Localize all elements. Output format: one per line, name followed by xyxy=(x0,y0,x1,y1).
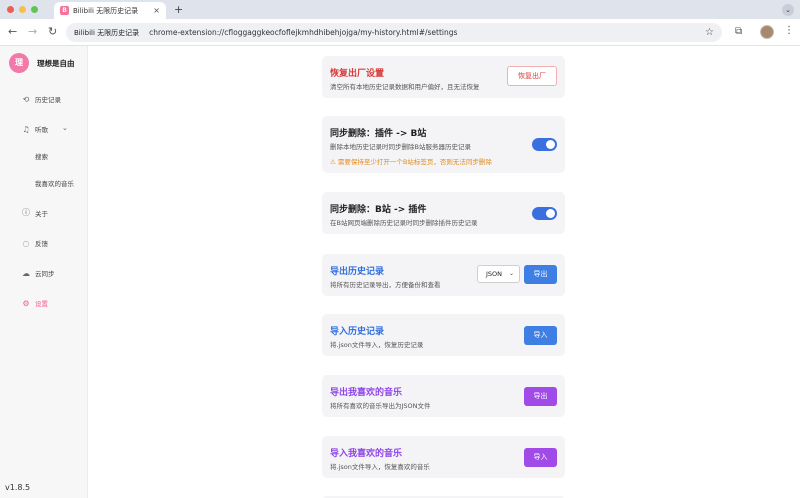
reset-title: 恢复出厂设置 xyxy=(330,69,385,79)
toggle-knob xyxy=(546,209,555,218)
export-history-desc: 将所有历史记录导出，方便备份和查看 xyxy=(330,281,441,289)
tab-close-icon[interactable]: × xyxy=(153,6,160,15)
import-music-card: 导入我喜欢的音乐 将.json文件导入，恢复喜欢的音乐 导入 xyxy=(322,436,565,478)
sync-to-bili-card: 同步删除：插件 -> B站 删除本地历史记录时同步删除B站服务器历史记录 ⚠ 需… xyxy=(322,116,565,173)
sidebar-item-label: 听歌 xyxy=(35,126,48,134)
forward-icon[interactable]: → xyxy=(28,26,37,38)
cloud-icon: ☁ xyxy=(22,268,30,278)
sync-from-bili-desc: 在B站网页端删除历史记录时同步删除插件历史记录 xyxy=(330,219,478,227)
sidebar-item-search[interactable]: 搜索 xyxy=(35,151,48,161)
sync-to-bili-title: 同步删除：插件 -> B站 xyxy=(330,129,427,139)
toggle-knob xyxy=(546,140,555,149)
sync-warning: ⚠ 需要保持至少打开一个B站标签页，否则无法同步删除 xyxy=(330,158,492,166)
export-format-select[interactable]: JSON ⌄ xyxy=(477,265,520,283)
app-sidebar: 理 理想是自由 ⟲ 历史记录 ♫ 听歌 ⌄ 搜索 我喜欢的音乐 ⓘ 关于 ◌ 反… xyxy=(0,46,88,498)
window-minimize-button[interactable] xyxy=(19,6,26,13)
sidebar-item-label: 关于 xyxy=(35,209,48,218)
import-history-button[interactable]: 导入 xyxy=(524,326,557,345)
export-music-button[interactable]: 导出 xyxy=(524,387,557,406)
export-music-card: 导出我喜欢的音乐 将所有喜欢的音乐导出为JSON文件 导出 xyxy=(322,375,565,417)
browser-toolbar: ← → ↻ Bilibili 无限历史记录 chrome-extension:/… xyxy=(0,19,800,46)
reset-desc: 清空所有本地历史记录数据和用户偏好，且无法恢复 xyxy=(330,83,480,91)
url-text[interactable]: chrome-extension://cfloggaggkeocfoflejkm… xyxy=(149,28,457,37)
import-music-desc: 将.json文件导入，恢复喜欢的音乐 xyxy=(330,463,430,471)
import-history-title: 导入历史记录 xyxy=(330,327,385,337)
sidebar-item-feedback[interactable]: ◌ 反馈 xyxy=(21,238,49,249)
history-icon: ⟲ xyxy=(22,94,30,104)
sidebar-item-settings[interactable]: ⚙ 设置 xyxy=(21,298,48,309)
user-profile[interactable]: 理 理想是自由 xyxy=(9,53,75,73)
user-name: 理想是自由 xyxy=(37,58,75,68)
sync-to-bili-toggle[interactable] xyxy=(532,138,557,151)
extensions-icon[interactable]: ⧉ xyxy=(735,26,742,37)
reset-card: 恢复出厂设置 清空所有本地历史记录数据和用户偏好，且无法恢复 恢复出厂 xyxy=(322,56,565,98)
new-tab-button[interactable]: + xyxy=(174,3,183,16)
window-zoom-button[interactable] xyxy=(31,6,38,13)
sidebar-item-history[interactable]: ⟲ 历史记录 xyxy=(21,94,61,105)
avatar[interactable]: 理 xyxy=(9,53,29,73)
gear-icon: ⚙ xyxy=(22,298,30,308)
bilibili-favicon-icon: B xyxy=(60,6,69,15)
import-history-desc: 将.json文件导入，恢复历史记录 xyxy=(330,341,424,349)
tab-strip: B Bilibili 无限历史记录 × + ⌄ xyxy=(0,0,800,19)
feedback-icon: ◌ xyxy=(22,238,30,248)
tab-search-icon[interactable]: ⌄ xyxy=(782,4,794,16)
reset-button[interactable]: 恢复出厂 xyxy=(507,66,557,86)
sync-from-bili-card: 同步删除：B站 -> 插件 在B站网页端删除历史记录时同步删除插件历史记录 xyxy=(322,192,565,234)
sync-from-bili-title: 同步删除：B站 -> 插件 xyxy=(330,205,427,215)
sidebar-item-about[interactable]: ⓘ 关于 xyxy=(21,207,48,218)
sidebar-item-liked-music[interactable]: 我喜欢的音乐 xyxy=(35,178,74,188)
export-history-card: 导出历史记录 将所有历史记录导出，方便备份和查看 JSON ⌄ 导出 xyxy=(322,254,565,296)
chevron-down-icon[interactable]: ⌄ xyxy=(62,124,68,132)
sidebar-item-cloud-sync[interactable]: ☁ 云同步 xyxy=(21,268,55,279)
sidebar-item-label: 历史记录 xyxy=(35,96,61,104)
sidebar-item-label: 云同步 xyxy=(35,270,55,278)
browser-tab[interactable]: B Bilibili 无限历史记录 × xyxy=(54,2,166,19)
browser-menu-icon[interactable]: ⋮ xyxy=(784,25,794,37)
sync-to-bili-desc: 删除本地历史记录时同步删除B站服务器历史记录 xyxy=(330,143,471,151)
tab-title: Bilibili 无限历史记录 xyxy=(73,6,139,15)
chevron-down-icon: ⌄ xyxy=(508,270,514,277)
sidebar-item-label: 反馈 xyxy=(35,240,48,248)
reload-icon[interactable]: ↻ xyxy=(48,26,57,38)
sync-from-bili-toggle[interactable] xyxy=(532,207,557,220)
back-icon[interactable]: ← xyxy=(8,26,17,38)
export-music-title: 导出我喜欢的音乐 xyxy=(330,388,403,398)
address-bar[interactable]: Bilibili 无限历史记录 chrome-extension://cflog… xyxy=(66,23,722,42)
sidebar-item-music[interactable]: ♫ 听歌 xyxy=(21,124,48,135)
import-history-card: 导入历史记录 将.json文件导入，恢复历史记录 导入 xyxy=(322,314,565,356)
extension-chip[interactable]: Bilibili 无限历史记录 xyxy=(74,28,139,38)
bookmark-star-icon[interactable]: ☆ xyxy=(705,27,714,38)
sidebar-item-label: 设置 xyxy=(35,300,48,308)
import-music-title: 导入我喜欢的音乐 xyxy=(330,449,403,459)
export-history-button[interactable]: 导出 xyxy=(524,265,557,284)
music-icon: ♫ xyxy=(22,124,30,134)
window-close-button[interactable] xyxy=(7,6,14,13)
export-music-desc: 将所有喜欢的音乐导出为JSON文件 xyxy=(330,402,431,410)
profile-avatar[interactable] xyxy=(760,25,774,39)
version-label: v1.8.5 xyxy=(5,483,31,492)
import-music-button[interactable]: 导入 xyxy=(524,448,557,467)
export-format-value: JSON xyxy=(486,270,503,278)
info-icon: ⓘ xyxy=(22,208,30,217)
export-history-title: 导出历史记录 xyxy=(330,267,385,277)
